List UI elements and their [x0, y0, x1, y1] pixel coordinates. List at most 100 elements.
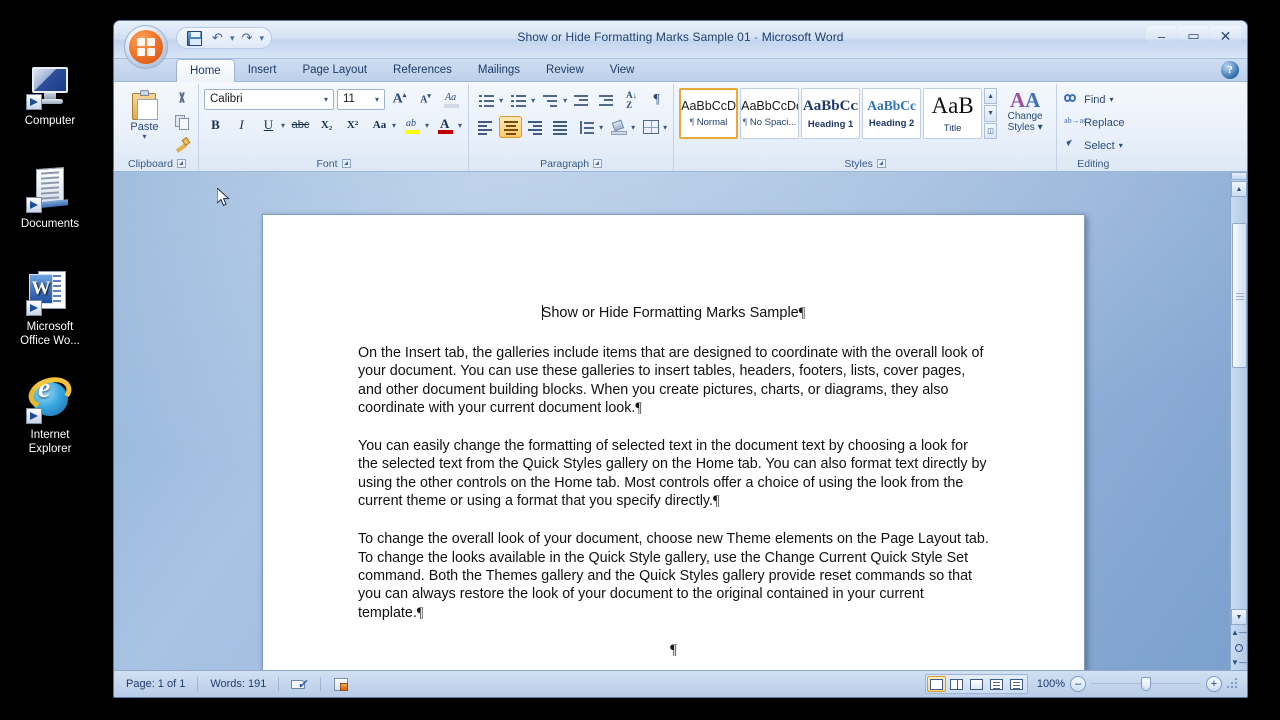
chevron-down-icon[interactable]: ▾: [530, 96, 535, 105]
desktop-icon-computer[interactable]: Computer: [2, 62, 98, 129]
strikethrough-button[interactable]: abc: [289, 114, 312, 136]
office-button[interactable]: [124, 25, 168, 69]
align-center-button[interactable]: [499, 116, 523, 138]
decrease-indent-button[interactable]: [570, 89, 593, 111]
change-case-button[interactable]: Aa ▾: [367, 113, 397, 137]
show-hide-formatting-marks-button[interactable]: ¶: [645, 89, 668, 111]
scrollbar-thumb[interactable]: [1231, 223, 1247, 368]
chevron-down-icon[interactable]: ▾: [280, 121, 285, 130]
justify-button[interactable]: [549, 116, 572, 138]
multilevel-list-button[interactable]: ▾: [538, 88, 568, 112]
tab-home[interactable]: Home: [176, 59, 235, 82]
styles-scroll-down-button[interactable]: ▼: [984, 105, 998, 122]
style-card-no-spacing[interactable]: AaBbCcDc ¶ No Spaci...: [740, 88, 800, 139]
grow-font-button[interactable]: A▴: [388, 88, 411, 110]
bullets-button[interactable]: ▾: [474, 88, 504, 112]
previous-page-button[interactable]: ▲—: [1231, 625, 1247, 640]
sort-button[interactable]: A↓ Z: [620, 89, 643, 111]
increase-indent-button[interactable]: [595, 89, 618, 111]
underline-button[interactable]: U ▾: [256, 113, 286, 137]
superscript-button[interactable]: X²: [341, 114, 364, 136]
chevron-down-icon[interactable]: ▾: [562, 96, 567, 105]
maximize-button[interactable]: ▭: [1178, 26, 1209, 46]
view-print-layout-button[interactable]: [927, 676, 946, 692]
chevron-down-icon[interactable]: ▾: [142, 133, 146, 141]
select-button[interactable]: Select ▾: [1062, 134, 1123, 157]
chevron-down-icon[interactable]: ▾: [498, 96, 503, 105]
next-page-button[interactable]: ▼—: [1231, 655, 1247, 670]
change-styles-button[interactable]: AA Change Styles ▾: [999, 88, 1051, 139]
clear-formatting-button[interactable]: Aa: [440, 88, 463, 110]
status-page-number[interactable]: Page: 1 of 1: [114, 675, 197, 693]
scroll-up-button[interactable]: ▲: [1231, 181, 1247, 197]
tab-mailings[interactable]: Mailings: [465, 59, 533, 81]
format-painter-button[interactable]: [170, 134, 193, 156]
view-draft-button[interactable]: [1007, 676, 1026, 692]
tab-insert[interactable]: Insert: [235, 59, 290, 81]
status-word-count[interactable]: Words: 191: [198, 675, 278, 693]
shading-button[interactable]: ▾: [606, 115, 636, 139]
zoom-slider[interactable]: [1091, 676, 1201, 692]
zoom-level-label[interactable]: 100%: [1033, 678, 1065, 690]
vertical-scrollbar[interactable]: ▲ ▼ ▲— ▼—: [1230, 172, 1247, 670]
font-size-combo[interactable]: 11 ▾: [337, 88, 385, 110]
style-card-heading-2[interactable]: AaBbCc Heading 2: [862, 88, 922, 139]
zoom-slider-handle[interactable]: [1141, 677, 1151, 691]
tab-references[interactable]: References: [380, 59, 465, 81]
scroll-down-button[interactable]: ▼: [1231, 609, 1247, 625]
desktop-icon-documents[interactable]: Documents: [2, 165, 98, 232]
zoom-in-button[interactable]: +: [1206, 676, 1222, 692]
paragraph-dialog-launcher-icon[interactable]: [593, 159, 603, 168]
chevron-down-icon[interactable]: ▾: [1110, 95, 1114, 104]
select-browse-object-button[interactable]: [1231, 640, 1247, 655]
style-card-title[interactable]: AaB Title: [923, 88, 983, 139]
chevron-down-icon[interactable]: ▾: [1038, 122, 1043, 133]
tab-review[interactable]: Review: [533, 59, 597, 81]
bold-button[interactable]: B: [204, 114, 227, 136]
chevron-down-icon[interactable]: ▾: [630, 123, 635, 132]
minimize-button[interactable]: –: [1146, 26, 1177, 46]
style-card-normal[interactable]: AaBbCcDc ¶ Normal: [679, 88, 739, 139]
view-outline-button[interactable]: [987, 676, 1006, 692]
view-full-screen-reading-button[interactable]: [947, 676, 966, 692]
split-window-handle[interactable]: [1231, 172, 1247, 180]
view-web-layout-button[interactable]: [967, 676, 986, 692]
text-highlight-color-button[interactable]: ab ▾: [400, 113, 430, 137]
document-page[interactable]: Show or Hide Formatting Marks Sample¶ On…: [262, 214, 1085, 670]
subscript-button[interactable]: X₂: [315, 114, 338, 136]
shrink-font-button[interactable]: A▾: [414, 88, 437, 110]
resize-grip-icon[interactable]: [1227, 678, 1239, 690]
chevron-down-icon[interactable]: ▾: [1119, 141, 1123, 150]
chevron-down-icon[interactable]: ▾: [424, 121, 429, 130]
style-card-heading-1[interactable]: AaBbCᴄ Heading 1: [801, 88, 861, 139]
chevron-down-icon[interactable]: ▾: [321, 95, 331, 104]
italic-button[interactable]: I: [230, 114, 253, 136]
chevron-down-icon[interactable]: ▾: [598, 123, 603, 132]
chevron-down-icon[interactable]: ▾: [391, 121, 396, 130]
help-icon[interactable]: ?: [1221, 61, 1239, 79]
desktop-icon-word[interactable]: W Microsoft Office Wo...: [2, 268, 98, 348]
align-right-button[interactable]: [524, 116, 547, 138]
close-button[interactable]: ✕: [1210, 26, 1241, 46]
numbering-button[interactable]: ▾: [506, 88, 536, 112]
tab-view[interactable]: View: [597, 59, 648, 81]
styles-more-button[interactable]: ◫: [984, 122, 998, 139]
cut-button[interactable]: [170, 88, 193, 110]
chevron-down-icon[interactable]: ▾: [372, 95, 382, 104]
zoom-out-button[interactable]: –: [1070, 676, 1086, 692]
status-proofing-errors[interactable]: ✓: [279, 675, 320, 693]
font-color-button[interactable]: A ▾: [433, 113, 463, 137]
find-button[interactable]: Find ▾: [1062, 88, 1114, 111]
align-left-button[interactable]: [474, 116, 497, 138]
borders-button[interactable]: ▾: [638, 115, 668, 139]
tab-page-layout[interactable]: Page Layout: [289, 59, 380, 81]
line-spacing-button[interactable]: ▾: [574, 115, 604, 139]
styles-scroll-up-button[interactable]: ▲: [984, 88, 998, 105]
replace-button[interactable]: ab→ac Replace: [1062, 111, 1124, 134]
font-dialog-launcher-icon[interactable]: [341, 159, 351, 168]
paste-button[interactable]: Paste ▾: [121, 88, 168, 141]
font-name-combo[interactable]: Calibri ▾: [204, 88, 334, 110]
clipboard-dialog-launcher-icon[interactable]: [176, 159, 186, 168]
copy-button[interactable]: [170, 111, 193, 133]
desktop-icon-internet-explorer[interactable]: e Internet Explorer: [2, 371, 98, 456]
